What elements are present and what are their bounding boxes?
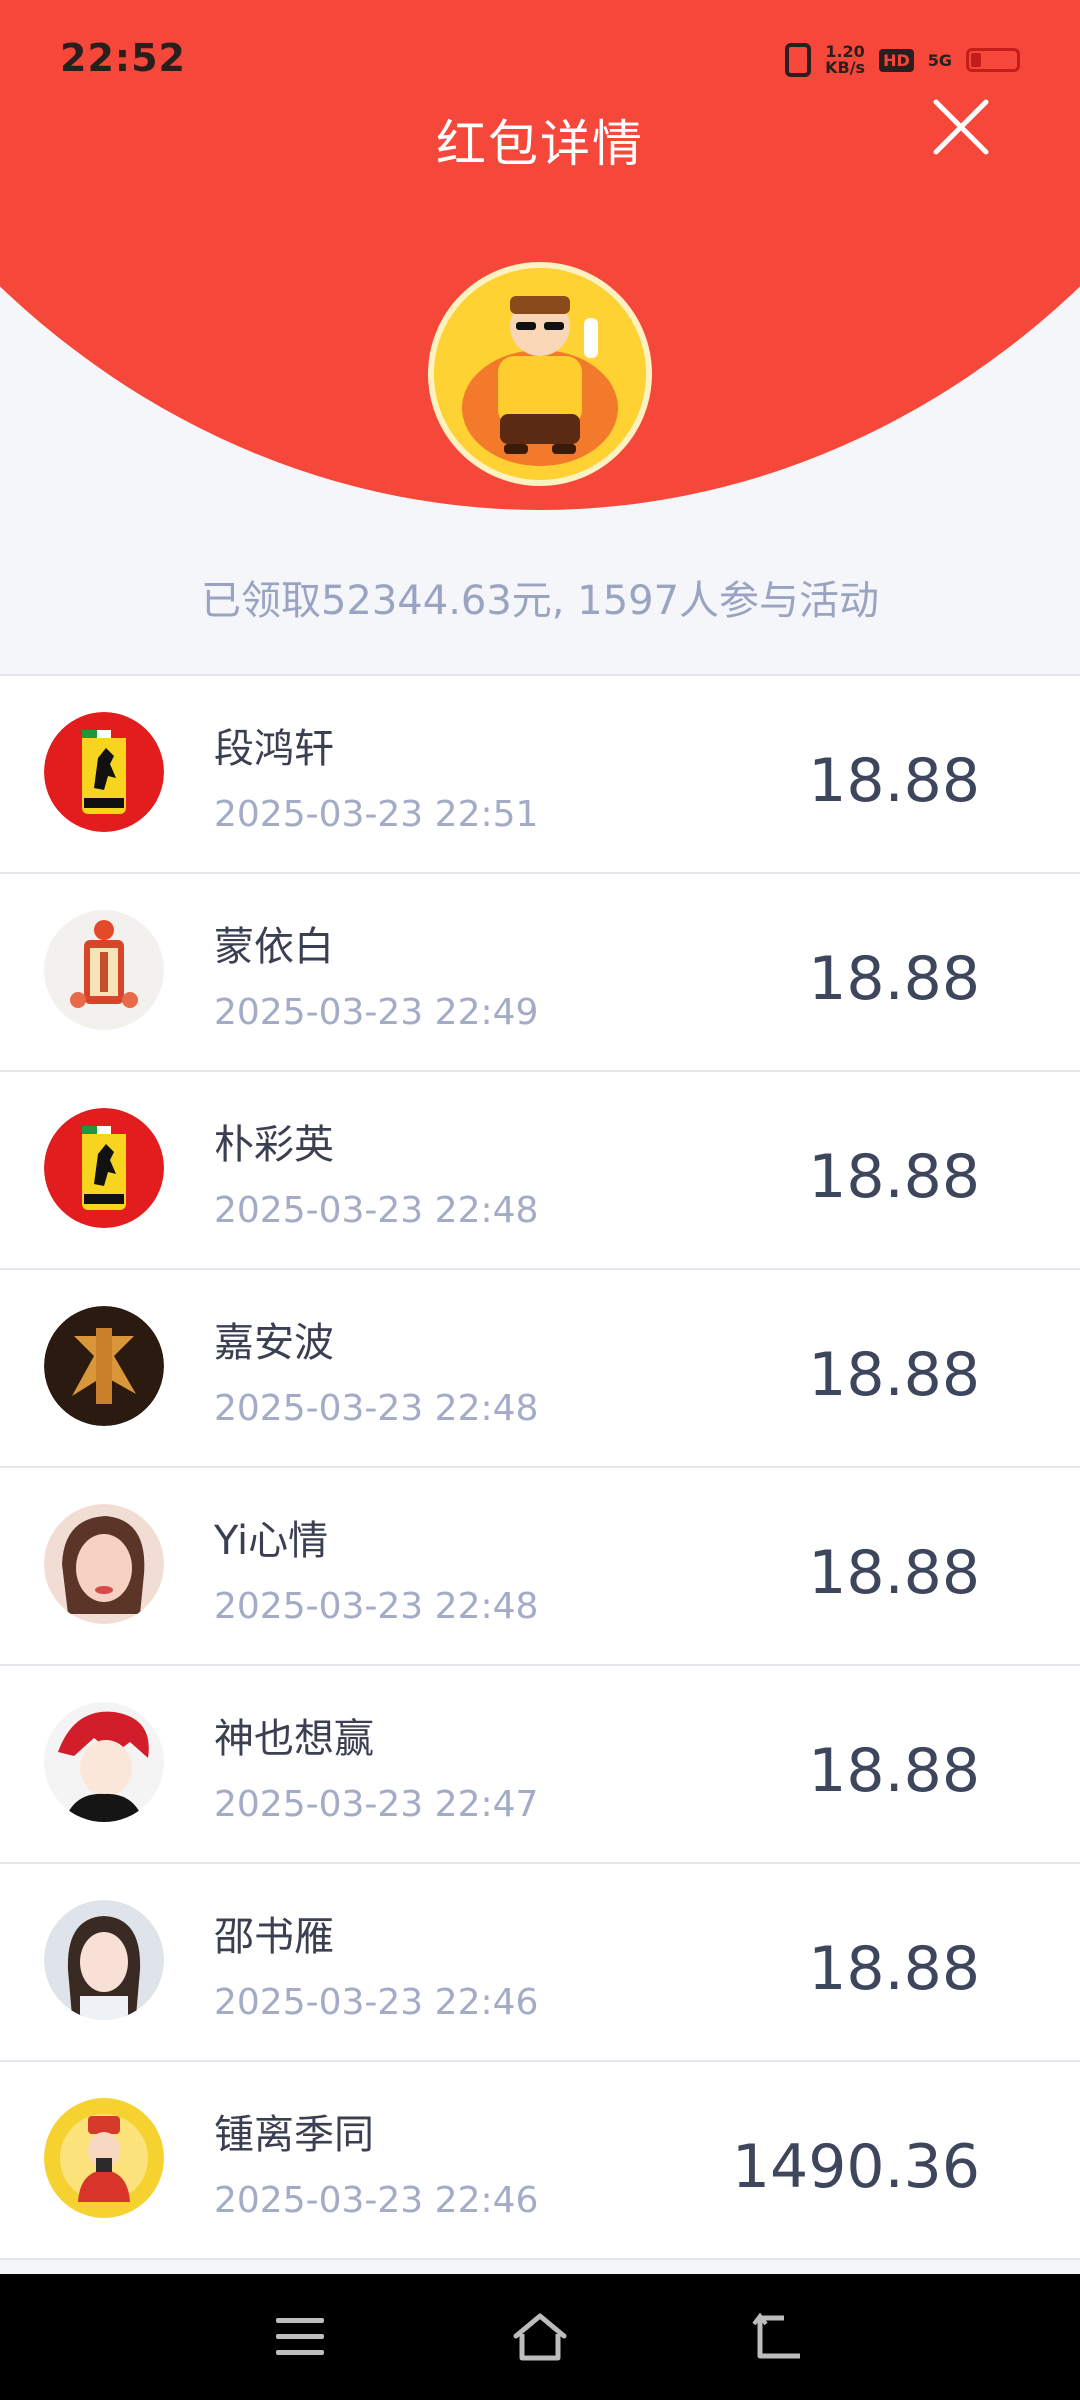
user-avatar [44,1702,164,1822]
claim-amount: 18.88 [808,1934,980,2004]
back-icon [752,2312,800,2359]
user-avatar [44,2098,164,2218]
ferrari-logo-icon [44,1108,164,1228]
vibrate-icon [785,43,812,77]
claim-time: 2025-03-23 22:48 [214,1586,539,1627]
list-item[interactable]: 锺离季同 2025-03-23 22:46 1490.36 [0,2062,1080,2260]
claim-time: 2025-03-23 22:49 [214,992,539,1033]
lantern-decoration-icon [44,910,164,1030]
user-name: 朴彩英 [214,1122,334,1168]
claim-amount: 18.88 [808,1736,980,1806]
god-of-wealth-icon [44,2098,164,2218]
claim-amount: 1490.36 [731,2132,980,2202]
claim-time: 2025-03-23 22:46 [214,2180,539,2221]
claim-time: 2025-03-23 22:46 [214,1982,539,2023]
user-name: 神也想赢 [214,1716,374,1762]
list-item[interactable]: 神也想赢 2025-03-23 22:47 18.88 [0,1666,1080,1864]
user-name: 邵书雁 [214,1914,334,1960]
list-item[interactable]: 朴彩英 2025-03-23 22:48 18.88 [0,1072,1080,1270]
list-item[interactable]: 段鸿轩 2025-03-23 22:51 18.88 [0,676,1080,874]
user-name: 段鸿轩 [214,726,334,772]
status-bar: 22:52 1.20 KB/s HD 5G [0,0,1080,120]
network-speed: 1.20 KB/s [825,44,865,76]
user-name: Yi心情 [214,1518,329,1564]
user-avatar [44,1504,164,1624]
user-name: 嘉安波 [214,1320,334,1366]
claim-amount: 18.88 [808,1142,980,1212]
claim-amount: 18.88 [808,746,980,816]
list-item[interactable]: Yi心情 2025-03-23 22:48 18.88 [0,1468,1080,1666]
user-avatar [44,1108,164,1228]
list-item[interactable]: 蒙依白 2025-03-23 22:49 18.88 [0,874,1080,1072]
anime-character-icon [44,1702,164,1822]
user-avatar [44,1306,164,1426]
user-avatar [44,712,164,832]
woman-portrait-icon [44,1504,164,1624]
list-item[interactable]: 邵书雁 2025-03-23 22:46 18.88 [0,1864,1080,2062]
list-item[interactable]: 嘉安波 2025-03-23 22:48 18.88 [0,1270,1080,1468]
user-name: 锺离季同 [214,2112,374,2158]
sender-avatar [428,262,652,486]
woman-portrait-icon [44,1900,164,2020]
claim-amount: 18.88 [808,944,980,1014]
user-avatar [44,910,164,1030]
signal-5g-icon: 5G [927,50,952,70]
claim-time: 2025-03-23 22:48 [214,1388,539,1429]
fa-character-icon [44,1306,164,1426]
network-speed-unit: KB/s [825,58,866,77]
menu-button[interactable] [270,2310,330,2364]
battery-icon [966,48,1020,72]
ferrari-logo-icon [44,712,164,832]
claim-time: 2025-03-23 22:51 [214,794,539,835]
status-time: 22:52 [60,36,186,80]
claim-amount: 18.88 [808,1340,980,1410]
back-button[interactable] [750,2310,810,2364]
claim-amount: 18.88 [808,1538,980,1608]
close-button[interactable] [930,96,992,158]
close-icon [933,99,989,155]
cartoon-boss-icon [434,268,646,480]
summary-text: 已领取52344.63元, 1597人参与活动 [200,578,880,624]
hd-icon: HD [879,48,914,72]
status-icons: 1.20 KB/s HD 5G [785,40,1020,80]
user-name: 蒙依白 [214,924,334,970]
header: 22:52 1.20 KB/s HD 5G 红包详情 [0,0,1080,510]
claim-record-list: 段鸿轩 2025-03-23 22:51 18.88 蒙依白 2025-03-2… [0,674,1080,2260]
home-button[interactable] [510,2310,570,2364]
system-navigation-bar [0,2274,1080,2400]
claim-time: 2025-03-23 22:48 [214,1190,539,1231]
menu-icon [276,2318,324,2355]
page-title: 红包详情 [436,115,644,173]
home-icon [513,2313,567,2361]
claim-time: 2025-03-23 22:47 [214,1784,539,1825]
user-avatar [44,1900,164,2020]
